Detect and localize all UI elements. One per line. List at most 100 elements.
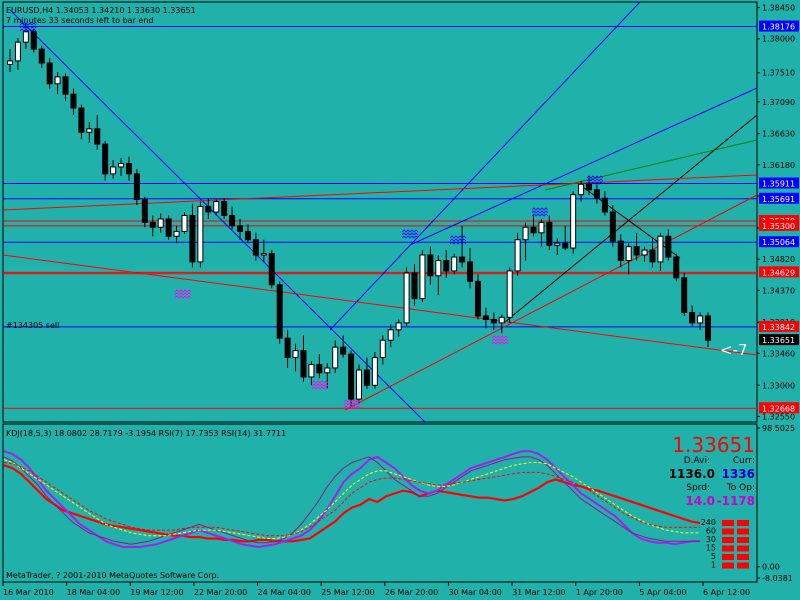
price-tag: 1.34629 — [759, 266, 799, 278]
candle-body — [102, 143, 109, 175]
candle-body — [570, 194, 577, 249]
candle-body — [308, 363, 315, 378]
y-tick-label: 1.38000 — [762, 35, 795, 44]
x-tick-label: 6 Apr 12:00 — [703, 588, 750, 597]
candle-body — [482, 315, 489, 320]
davi-value: 1136.0 — [669, 467, 715, 481]
candle-body — [506, 270, 513, 318]
candle-body — [141, 199, 148, 223]
candle-body — [459, 256, 466, 263]
x-tick-label: 31 Mar 12:00 — [512, 588, 565, 597]
price-tag: 1.35300 — [759, 219, 799, 231]
candle-body — [94, 128, 101, 145]
y-tick-label: 1.38450 — [762, 4, 795, 13]
candle-body — [340, 346, 347, 355]
candle-body — [181, 214, 188, 232]
candle-body — [657, 235, 664, 263]
x-tick-label: 25 Mar 12:00 — [321, 588, 374, 597]
price-tag-label: 1.34629 — [762, 268, 795, 277]
price-tag: 1.33842 — [759, 320, 799, 332]
candle-body — [665, 235, 672, 258]
candle-body — [316, 363, 323, 374]
candle-body — [244, 230, 251, 241]
price-tag-label: 1.35691 — [762, 195, 795, 204]
candle-body — [387, 329, 394, 341]
price-tag: 1.33651 — [759, 334, 799, 346]
candle-body — [292, 350, 299, 359]
candle — [46, 58, 53, 89]
candle-body — [276, 284, 283, 339]
price-tag: 1.38176 — [759, 20, 799, 32]
candle-body — [38, 48, 45, 64]
curr-label: Curr: — [733, 456, 755, 466]
candle-body — [697, 315, 704, 324]
y-tick-label: 1.36180 — [762, 161, 795, 170]
candle — [451, 253, 458, 275]
candle-body — [530, 226, 537, 234]
price-tag: 1.35911 — [759, 177, 799, 189]
candle-body — [125, 162, 132, 175]
candle-body — [609, 211, 616, 242]
candle-body — [435, 260, 442, 277]
curr-value: 1336 — [722, 467, 755, 481]
candle-body — [7, 60, 13, 65]
candle-body — [237, 225, 244, 232]
price-tag-label: 1.32668 — [762, 404, 795, 413]
candle-body — [419, 254, 426, 300]
candle-body — [54, 76, 61, 85]
candle-body — [451, 256, 458, 272]
candle-body — [70, 93, 77, 109]
candle — [514, 232, 521, 276]
candle-body — [348, 353, 355, 400]
candle-body — [641, 249, 648, 256]
candle — [268, 250, 275, 289]
x-tick-label: 19 Mar 12:00 — [130, 588, 183, 597]
candle-body — [467, 261, 474, 282]
indicator-title: KDJ(18,5,3) 18.0802 28.7179 -3.1954 RSI(… — [6, 429, 286, 438]
candle-body — [363, 369, 370, 386]
ind-y-tick-label: 98.5025 — [762, 424, 795, 433]
candle-body — [395, 322, 402, 331]
candle-body — [324, 367, 331, 374]
candle-body — [173, 230, 180, 237]
price-tag: 1.32668 — [759, 402, 799, 414]
price-tag: 1.35064 — [759, 236, 799, 248]
x-tick-label: 5 Apr 04:00 — [639, 588, 686, 597]
copyright-text: MetaTrader, ? 2001-2010 MetaQuotes Softw… — [6, 571, 219, 580]
symbol-header: EURUSD,H4 1.34053 1.34210 1.33630 1.3365… — [6, 6, 196, 15]
candle-body — [221, 201, 228, 216]
candle-body — [189, 214, 196, 263]
level-box — [737, 520, 749, 526]
candle — [348, 350, 355, 407]
candle-body — [689, 311, 696, 324]
candle — [197, 201, 204, 268]
level-box — [722, 537, 734, 543]
candle — [403, 267, 410, 327]
candle-body — [593, 189, 600, 199]
candle-body — [205, 205, 212, 213]
candle-body — [522, 226, 529, 241]
price-tag-label: 1.35300 — [762, 222, 795, 231]
candle-body — [625, 246, 632, 262]
candle — [356, 364, 362, 403]
candle-body — [411, 272, 418, 300]
y-tick-label: 1.32550 — [762, 412, 795, 421]
candle-body — [14, 41, 21, 62]
davi-label: D.Avi: — [684, 456, 710, 466]
candle-body — [673, 256, 680, 279]
candle — [506, 267, 513, 323]
y-tick-label: 1.34820 — [762, 255, 795, 264]
candle — [30, 28, 37, 53]
candle-body — [705, 315, 711, 341]
level-box — [737, 554, 749, 560]
level-label: 1 — [711, 561, 716, 570]
candle-body — [403, 272, 410, 324]
price-tag-label: 1.33842 — [762, 323, 795, 332]
candle-body — [110, 166, 117, 175]
candle-body — [78, 107, 85, 133]
candle-body — [546, 221, 553, 246]
level-box — [737, 528, 749, 535]
y-tick-label: 1.36630 — [762, 130, 795, 139]
candle-body — [379, 339, 386, 359]
candle-body — [356, 369, 362, 400]
